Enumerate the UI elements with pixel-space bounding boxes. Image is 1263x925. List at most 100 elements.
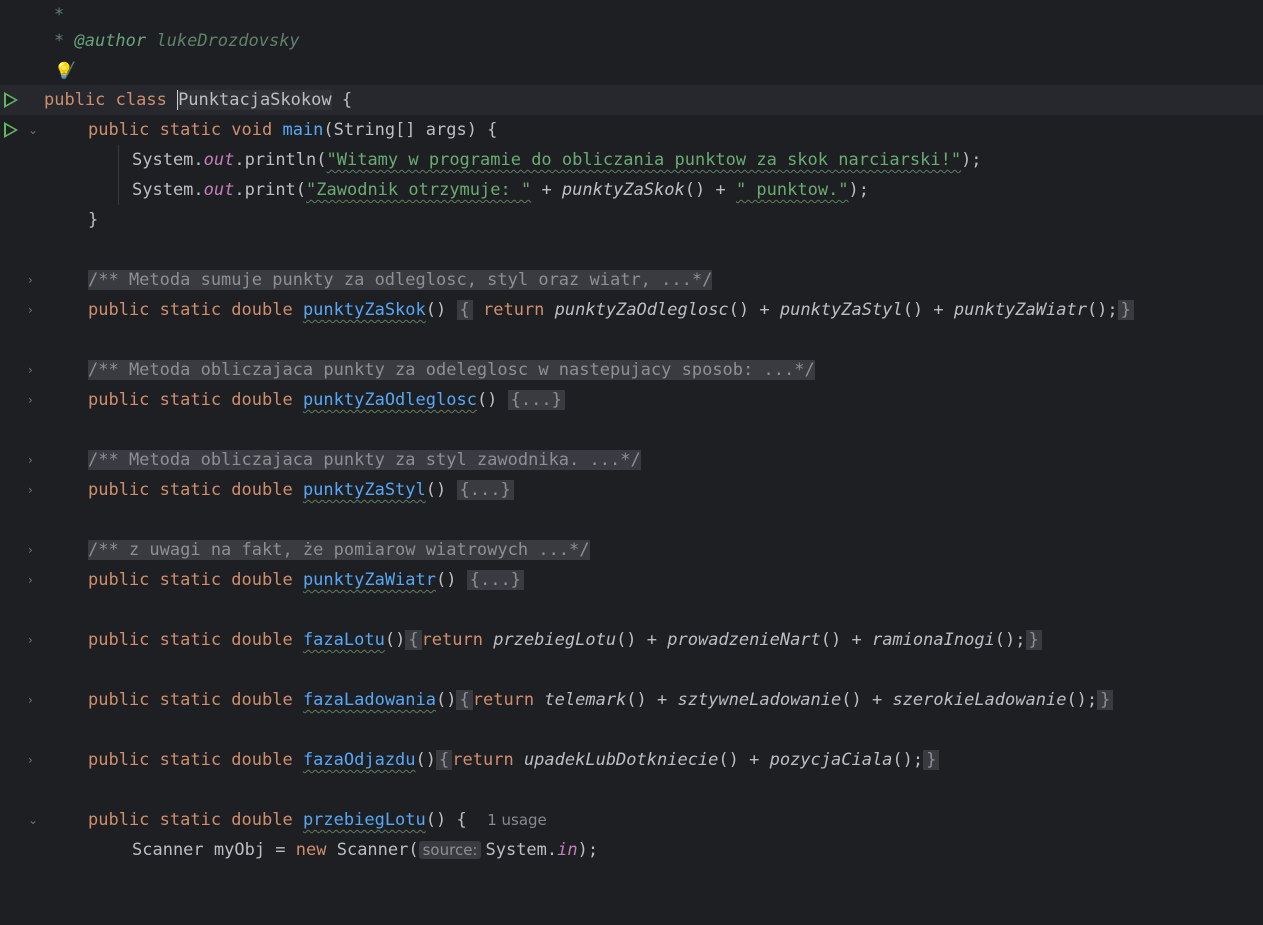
method-call[interactable]: punktyZaOdleglosc bbox=[555, 300, 729, 320]
code-line[interactable]: › /** Metoda obliczajaca punkty za odele… bbox=[0, 355, 1263, 385]
method-call[interactable]: punktyZaStyl bbox=[780, 300, 903, 320]
code-line[interactable]: › /** Metoda sumuje punkty za odleglosc,… bbox=[0, 265, 1263, 295]
method-call[interactable]: sztywneLadowanie bbox=[677, 690, 841, 710]
code-editor[interactable]: * * @author lukeDrozdovsky 💡 / public cl… bbox=[0, 0, 1263, 860]
method-call[interactable]: telemark bbox=[544, 690, 626, 710]
code-line[interactable]: System.out.print("Zawodnik otrzymuje: " … bbox=[0, 175, 1263, 205]
method-name[interactable]: main bbox=[282, 120, 323, 140]
method-name[interactable]: fazaOdjazdu bbox=[303, 750, 416, 770]
chevron-down-icon[interactable]: ⌄ bbox=[28, 805, 38, 835]
chevron-right-icon[interactable]: › bbox=[28, 565, 38, 595]
chevron-right-icon[interactable]: › bbox=[28, 535, 38, 565]
folded-body[interactable]: {...} bbox=[507, 390, 565, 410]
code-line[interactable]: 💡 / bbox=[0, 54, 1263, 84]
class-name[interactable]: PunktacjaSkokow bbox=[177, 90, 332, 110]
field-ref: out bbox=[203, 150, 235, 170]
doc-star: * bbox=[54, 31, 75, 51]
folded-doc-comment[interactable]: /** z uwagi na fakt, że pomiarow wiatrow… bbox=[88, 540, 590, 560]
code-text: () bbox=[684, 180, 706, 200]
fold-brace[interactable]: { bbox=[405, 630, 422, 650]
fold-brace[interactable]: } bbox=[1117, 300, 1134, 320]
string-literal: "Witamy w programie do obliczania punkto… bbox=[326, 150, 962, 170]
code-line[interactable]: ⌄ public static double przebiegLotu() { … bbox=[0, 805, 1263, 835]
method-call[interactable]: szerokieLadowanie bbox=[892, 690, 1066, 710]
usage-hint[interactable]: 1 usage bbox=[487, 811, 547, 829]
keyword: public static double bbox=[88, 750, 303, 770]
run-icon[interactable] bbox=[4, 92, 18, 108]
method-call[interactable]: punktyZaWiatr bbox=[954, 300, 1087, 320]
keyword: public static double bbox=[88, 630, 303, 650]
method-call[interactable]: ramionaInogi bbox=[872, 630, 995, 650]
code-line[interactable]: › public static double fazaLadowania(){r… bbox=[0, 685, 1263, 715]
method-name[interactable]: punktyZaStyl bbox=[303, 480, 426, 500]
code-line[interactable]: › public static double punktyZaWiatr() {… bbox=[0, 565, 1263, 595]
method-call[interactable]: przebiegLotu bbox=[493, 630, 616, 650]
code-text: ); bbox=[848, 180, 870, 200]
run-icon[interactable] bbox=[4, 122, 18, 138]
keyword: return bbox=[472, 690, 535, 710]
code-line-current[interactable]: public class PunktacjaSkokow { bbox=[0, 85, 1263, 115]
method-name[interactable]: przebiegLotu bbox=[303, 810, 426, 830]
code-line[interactable]: System.out.println("Witamy w programie d… bbox=[0, 145, 1263, 175]
chevron-right-icon[interactable]: › bbox=[28, 385, 38, 415]
code-line[interactable]: › public static double punktyZaStyl() {.… bbox=[0, 475, 1263, 505]
doc-end: / bbox=[66, 59, 77, 79]
chevron-right-icon[interactable]: › bbox=[28, 265, 38, 295]
code-line[interactable]: › public static double punktyZaOdleglosc… bbox=[0, 385, 1263, 415]
code-text: () bbox=[425, 480, 447, 500]
code-line[interactable]: › public static double fazaOdjazdu(){ret… bbox=[0, 745, 1263, 775]
keyword: new bbox=[295, 840, 327, 860]
code-text: () bbox=[436, 570, 457, 590]
code-text: System. bbox=[485, 840, 558, 860]
code-line[interactable]: ⌄ public static void main(String[] args)… bbox=[0, 115, 1263, 145]
method-name[interactable]: fazaLotu bbox=[303, 630, 385, 650]
method-name[interactable]: fazaLadowania bbox=[303, 690, 436, 710]
code-line[interactable]: * @author lukeDrozdovsky bbox=[0, 26, 1263, 56]
chevron-right-icon[interactable]: › bbox=[28, 685, 38, 715]
keyword: return bbox=[421, 630, 483, 650]
code-line[interactable]: Scanner myObj = new Scanner(source: Syste… bbox=[0, 835, 1263, 865]
folded-doc-comment[interactable]: /** Metoda obliczajaca punkty za odelegl… bbox=[88, 360, 815, 380]
method-name[interactable]: punktyZaSkok bbox=[303, 300, 426, 320]
code-line[interactable]: › public static double punktyZaSkok() { … bbox=[0, 295, 1263, 325]
keyword: public static double bbox=[88, 300, 303, 320]
method-name[interactable]: punktyZaWiatr bbox=[303, 570, 436, 590]
signature: () { bbox=[425, 810, 467, 830]
chevron-right-icon[interactable]: › bbox=[28, 745, 38, 775]
code-line[interactable]: › public static double fazaLotu(){return… bbox=[0, 625, 1263, 655]
code-line[interactable]: } bbox=[0, 205, 1263, 235]
folded-body[interactable]: {...} bbox=[466, 570, 524, 590]
fold-brace[interactable]: { bbox=[456, 690, 473, 710]
folded-doc-comment[interactable]: /** Metoda obliczajaca punkty za styl za… bbox=[88, 450, 641, 470]
fold-brace[interactable]: { bbox=[436, 750, 453, 770]
folded-body[interactable]: {...} bbox=[456, 480, 514, 500]
fold-brace[interactable]: } bbox=[1025, 630, 1042, 650]
code-line[interactable]: › /** Metoda obliczajaca punkty za styl … bbox=[0, 445, 1263, 475]
chevron-right-icon[interactable]: › bbox=[28, 295, 38, 325]
chevron-right-icon[interactable]: › bbox=[28, 355, 38, 385]
method-call[interactable]: punktyZaSkok bbox=[562, 180, 685, 200]
fold-brace[interactable]: } bbox=[923, 750, 940, 770]
chevron-right-icon[interactable]: › bbox=[28, 625, 38, 655]
method-call[interactable]: prowadzenieNart bbox=[667, 630, 821, 650]
method-call[interactable]: upadekLubDotkniecie bbox=[524, 750, 718, 770]
code-text: () bbox=[425, 300, 447, 320]
code-text: System. bbox=[132, 150, 204, 170]
chevron-right-icon[interactable]: › bbox=[28, 475, 38, 505]
keyword: return bbox=[452, 750, 514, 770]
string-literal: "Zawodnik otrzymuje: " bbox=[306, 180, 532, 200]
code-line[interactable]: › /** z uwagi na fakt, że pomiarow wiatr… bbox=[0, 535, 1263, 565]
fold-brace[interactable]: } bbox=[1097, 690, 1114, 710]
chevron-right-icon[interactable]: › bbox=[28, 445, 38, 475]
code-text: System. bbox=[132, 180, 204, 200]
brace: { bbox=[331, 90, 353, 110]
chevron-down-icon[interactable]: ⌄ bbox=[28, 115, 38, 145]
keyword: public static double bbox=[88, 810, 303, 830]
method-call[interactable]: pozycjaCiala bbox=[770, 750, 893, 770]
method-name[interactable]: punktyZaOdleglosc bbox=[303, 390, 477, 410]
fold-brace[interactable]: { bbox=[456, 300, 473, 320]
doc-author-tag: @author bbox=[74, 31, 147, 51]
code-text: Scanner myObj = bbox=[132, 840, 296, 860]
folded-doc-comment[interactable]: /** Metoda sumuje punkty za odleglosc, s… bbox=[88, 270, 713, 290]
code-text: .print( bbox=[234, 180, 307, 200]
